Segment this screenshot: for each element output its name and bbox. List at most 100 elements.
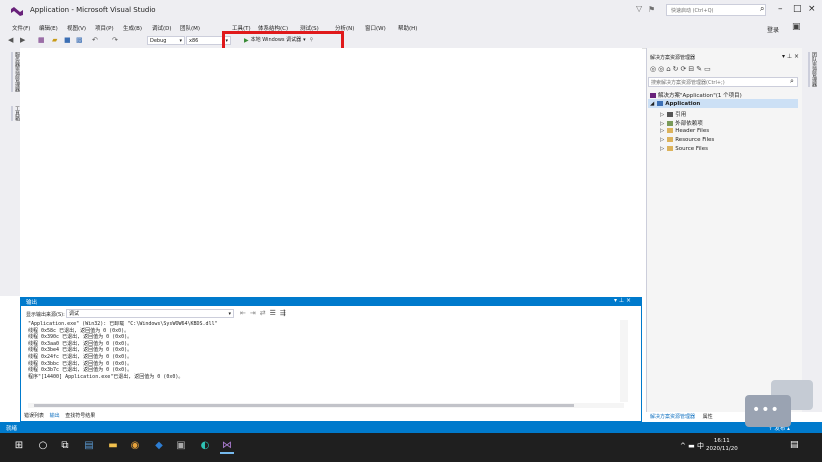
search-icon[interactable]: ○: [36, 438, 50, 452]
edge-icon[interactable]: ◐: [198, 438, 212, 452]
collapse-arrow-icon[interactable]: ▷: [660, 146, 664, 152]
new-project-icon[interactable]: ▦: [38, 36, 45, 44]
menu-debug[interactable]: 调试(D): [152, 24, 172, 32]
search-icon[interactable]: ⌕: [790, 77, 794, 86]
configuration-value: Debug: [150, 38, 167, 44]
app-icon[interactable]: ▤: [82, 438, 96, 452]
goto-previous-icon[interactable]: ⇤: [240, 309, 250, 317]
output-panel-controls[interactable]: ▾ ⊥ ×: [614, 297, 631, 304]
menu-edit[interactable]: 编辑(E): [39, 24, 58, 32]
taskbar-clock[interactable]: 16:11 2020/11/20: [706, 437, 738, 453]
windows-start-icon[interactable]: ⊞: [12, 438, 26, 452]
output-line: 程序"[14400] Application.exe"已退出, 返回值为 0 (…: [28, 373, 184, 380]
expand-arrow-icon[interactable]: ◢: [650, 101, 654, 107]
output-toolbar: ⇤⇥⇄☰⇶: [240, 309, 290, 317]
menu-file[interactable]: 文件(F): [12, 24, 30, 32]
chevron-down-icon: ▾: [228, 311, 231, 317]
back-icon[interactable]: ◎: [650, 65, 658, 73]
collapse-arrow-icon[interactable]: ▷: [660, 137, 664, 143]
minimize-button[interactable]: –: [778, 4, 783, 14]
tree-item-label: 引用: [675, 112, 687, 118]
goto-next-icon[interactable]: ⇥: [250, 309, 260, 317]
task-view-icon[interactable]: ⧉: [58, 438, 72, 452]
maximize-button[interactable]: □: [793, 4, 802, 14]
clear-all-icon[interactable]: ☰: [270, 309, 280, 317]
tree-item-solution[interactable]: 解决方案"Application"(1 个项目): [650, 91, 742, 99]
tree-item-label: Header Files: [675, 128, 710, 134]
search-icon[interactable]: ⌕: [760, 4, 764, 14]
notification-flag-icon[interactable]: ⚑: [648, 5, 655, 14]
menu-view[interactable]: 视图(V): [67, 24, 86, 32]
folder-icon: [667, 146, 674, 151]
output-scroll-thumb[interactable]: [34, 404, 574, 407]
configuration-select[interactable]: Debug ▾: [147, 36, 185, 45]
output-panel-header: [20, 297, 642, 306]
editor-area: [20, 48, 642, 296]
back-icon[interactable]: ◀: [8, 36, 13, 44]
output-line: "Application.exe" (Win32): 已卸载 "C:\Windo…: [28, 321, 218, 327]
collapse-arrow-icon[interactable]: ▷: [660, 121, 664, 127]
feedback-icon[interactable]: ▽: [636, 4, 642, 13]
tab-find-symbol-results[interactable]: 查找符号结果: [65, 413, 95, 419]
word-wrap-icon[interactable]: ⇶: [280, 309, 290, 317]
collapse-arrow-icon[interactable]: ▷: [660, 128, 664, 134]
window-title: Application - Microsoft Visual Studio: [30, 6, 156, 14]
status-bar: [0, 422, 822, 433]
tree-item-label: Source Files: [675, 146, 708, 152]
properties-icon[interactable]: ✎: [696, 65, 704, 73]
save-icon[interactable]: ■: [64, 36, 71, 44]
pin-icon[interactable]: ▾ ⊥ ×: [782, 53, 799, 60]
tree-item-project[interactable]: ◢ Application: [650, 101, 700, 107]
output-source-select[interactable]: 调试 ▾: [66, 309, 234, 318]
solution-explorer-toolbar: ◎◎⌂↻⟳⊟✎▭: [650, 65, 713, 73]
tab-error-list[interactable]: 错误列表: [24, 413, 44, 419]
solution-bottom-tabs: 解决方案资源管理器 属性: [650, 413, 713, 420]
tree-item-source-files[interactable]: ▷ Source Files: [660, 146, 708, 152]
output-vertical-scrollbar[interactable]: [620, 320, 628, 402]
solution-search-input[interactable]: 搜索解决方案资源管理器(Ctrl+;): [648, 77, 798, 87]
tree-item-label: Application: [665, 101, 701, 107]
output-source-value: 调试: [69, 311, 80, 317]
ime-indicator[interactable]: 中: [697, 442, 704, 450]
tree-item-external-deps[interactable]: ▷ 外部依赖项: [660, 119, 703, 127]
close-button[interactable]: ×: [808, 4, 816, 14]
browser-icon[interactable]: ◆: [152, 438, 166, 452]
terminal-icon[interactable]: ▣: [174, 438, 188, 452]
chat-dots-icon: •••: [752, 402, 780, 418]
account-icon[interactable]: ▣: [792, 22, 801, 32]
menu-window[interactable]: 窗口(W): [365, 24, 386, 32]
tab-output[interactable]: 输出: [50, 413, 60, 419]
collapse-arrow-icon[interactable]: ▷: [660, 112, 664, 118]
file-explorer-icon[interactable]: ▬: [106, 438, 120, 452]
menu-team[interactable]: 团队(M): [180, 24, 200, 32]
tree-item-references[interactable]: ▷ 引用: [660, 110, 686, 118]
menu-help[interactable]: 帮助(H): [398, 24, 417, 32]
project-icon: [657, 101, 664, 106]
forward-icon[interactable]: ◎: [658, 65, 666, 73]
find-icon[interactable]: ⇄: [260, 309, 270, 317]
quick-launch-input[interactable]: 快速启动 (Ctrl+Q): [666, 4, 766, 16]
sync-icon[interactable]: ↻: [673, 65, 681, 73]
tree-item-header-files[interactable]: ▷ Header Files: [660, 128, 709, 134]
menu-build[interactable]: 生成(B): [123, 24, 142, 32]
tab-properties[interactable]: 属性: [703, 414, 713, 420]
save-all-icon[interactable]: ▩: [76, 36, 83, 44]
open-file-icon[interactable]: ▰: [52, 36, 57, 44]
forward-icon[interactable]: ▶: [20, 36, 25, 44]
sign-in-link[interactable]: 登录: [767, 25, 779, 34]
references-icon: [667, 112, 674, 117]
redo-icon[interactable]: ↷: [112, 36, 118, 44]
system-tray[interactable]: ^ ▬ 中: [680, 441, 704, 451]
notification-icon[interactable]: ▤: [790, 440, 799, 450]
visual-studio-taskbar-icon[interactable]: ⋈: [220, 438, 234, 454]
visual-studio-logo-icon: [11, 7, 23, 16]
preview-icon[interactable]: ▭: [704, 65, 713, 73]
team-explorer-tab[interactable]: 团队资源管理器: [808, 52, 818, 87]
clock-time: 16:11: [713, 438, 730, 444]
menu-project[interactable]: 项目(P): [95, 24, 114, 32]
platform-value: x86: [189, 38, 199, 44]
undo-icon[interactable]: ↶: [92, 36, 98, 44]
chrome-icon[interactable]: ◉: [128, 438, 142, 452]
tree-item-resource-files[interactable]: ▷ Resource Files: [660, 137, 714, 143]
tab-solution-explorer[interactable]: 解决方案资源管理器: [650, 414, 695, 420]
